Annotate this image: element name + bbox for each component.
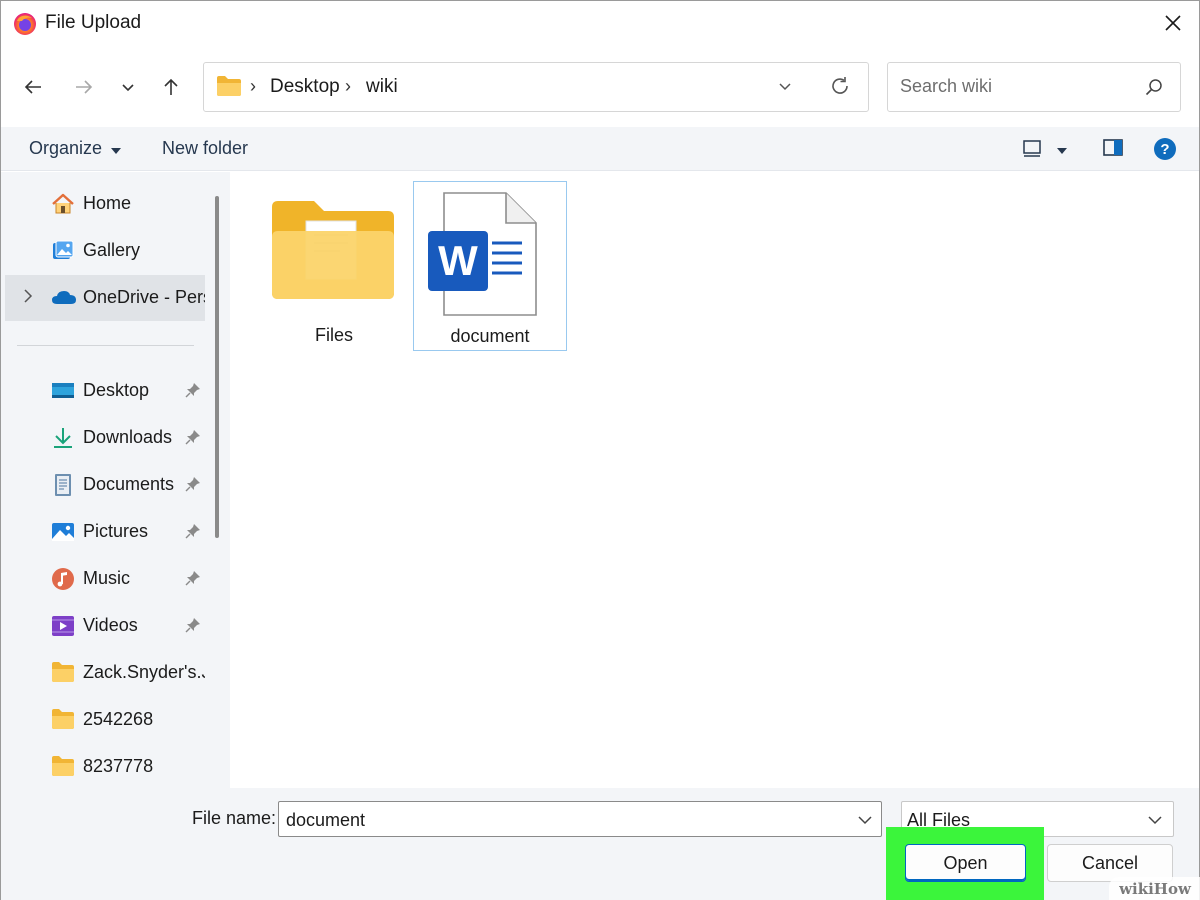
organize-button[interactable]: Organize — [29, 138, 122, 160]
breadcrumb-separator-icon: › — [345, 76, 351, 96]
view-mode-button[interactable] — [1021, 137, 1045, 164]
search-box[interactable]: Search wiki — [887, 62, 1181, 112]
file-name-label: File name: — [192, 808, 277, 828]
preview-pane-icon — [1103, 139, 1123, 156]
arrow-left-icon — [24, 80, 41, 94]
file-tile-label: document — [450, 326, 530, 346]
navigation-row: › Desktop › wiki Search wiki — [1, 45, 1199, 127]
pin-icon[interactable] — [185, 523, 201, 544]
folder-icon — [216, 75, 242, 102]
chevron-down-icon — [779, 83, 791, 91]
onedrive-icon — [51, 286, 76, 310]
file-tile-document[interactable]: W document — [413, 181, 567, 351]
file-upload-dialog: File Upload › Desktop › wiki Search wiki… — [0, 0, 1200, 900]
svg-text:W: W — [438, 237, 478, 284]
refresh-button[interactable] — [828, 74, 852, 103]
search-input[interactable]: Search wiki — [900, 76, 992, 97]
wikihow-watermark: wikiHow — [1109, 877, 1200, 900]
pin-icon[interactable] — [185, 382, 201, 403]
help-icon: ? — [1154, 138, 1176, 160]
file-list: Files W document — [230, 172, 1199, 788]
expand-chevron-icon[interactable] — [23, 289, 33, 308]
view-icon — [1023, 140, 1041, 157]
pin-icon[interactable] — [185, 570, 201, 591]
caret-down-icon — [1057, 148, 1067, 154]
pin-icon[interactable] — [185, 476, 201, 497]
chevron-down-icon — [122, 84, 134, 92]
navigation-pane: Home Gallery OneDrive - Per Desktop Down… — [1, 172, 208, 788]
word-document-icon: W — [426, 191, 538, 322]
file-name-dropdown[interactable] — [857, 813, 873, 832]
address-bar[interactable]: › Desktop › wiki — [203, 62, 869, 112]
breadcrumb-separator-icon: › — [250, 76, 256, 96]
sidebar-item-videos[interactable]: Videos — [1, 603, 208, 649]
title-bar: File Upload — [1, 1, 1199, 45]
firefox-icon — [13, 12, 37, 36]
gallery-icon — [51, 239, 75, 263]
sidebar-item-onedrive[interactable]: OneDrive - Personal — [5, 275, 205, 321]
documents-icon — [51, 473, 75, 497]
close-icon — [1165, 15, 1181, 31]
arrow-up-icon — [164, 78, 178, 95]
folder-icon — [51, 755, 75, 779]
sidebar-item-music[interactable]: Music — [1, 556, 208, 602]
sidebar-item-zack-snyder-folder[interactable]: Zack.Snyder's.Justice.League — [1, 650, 208, 696]
preview-pane-button[interactable] — [1101, 137, 1125, 164]
new-folder-button[interactable]: New folder — [162, 138, 248, 159]
back-button[interactable] — [16, 70, 50, 104]
sidebar-item-folder-8237778[interactable]: 8237778 — [1, 744, 208, 788]
folder-icon — [270, 193, 396, 308]
refresh-icon — [832, 77, 848, 94]
help-button[interactable]: ? — [1153, 137, 1177, 166]
sidebar-scrollbar-track[interactable] — [208, 172, 230, 788]
chevron-down-icon — [858, 816, 872, 825]
home-icon — [51, 192, 75, 216]
sidebar-item-gallery[interactable]: Gallery — [1, 228, 208, 274]
videos-icon — [51, 614, 75, 638]
caret-down-icon — [110, 139, 122, 160]
open-button[interactable]: Open — [905, 844, 1026, 882]
sidebar-item-folder-2542268[interactable]: 2542268 — [1, 697, 208, 743]
desktop-icon — [51, 379, 75, 403]
arrow-right-icon — [76, 80, 93, 94]
breadcrumb-wiki[interactable]: wiki — [366, 76, 398, 98]
address-history-dropdown[interactable] — [776, 77, 794, 100]
breadcrumb-desktop[interactable]: Desktop — [270, 76, 340, 98]
window-title: File Upload — [45, 12, 142, 33]
sidebar-scrollbar-thumb[interactable] — [215, 196, 219, 538]
recent-locations-button[interactable] — [111, 70, 145, 104]
search-icon — [1144, 77, 1164, 102]
download-icon — [51, 426, 75, 450]
sidebar-divider — [17, 345, 194, 346]
sidebar-item-pictures[interactable]: Pictures — [1, 509, 208, 555]
file-name-combobox[interactable]: document — [278, 801, 882, 837]
view-options-dropdown[interactable] — [1055, 143, 1069, 161]
folder-tile-files[interactable]: Files — [257, 181, 411, 351]
folder-tile-label: Files — [314, 325, 353, 345]
svg-text:?: ? — [1160, 141, 1169, 158]
file-name-input[interactable]: document — [286, 810, 365, 831]
pin-icon[interactable] — [185, 617, 201, 638]
pin-icon[interactable] — [185, 429, 201, 450]
forward-button[interactable] — [67, 70, 101, 104]
command-bar: Organize New folder ? — [1, 127, 1199, 171]
folder-icon — [51, 661, 75, 685]
pictures-icon — [51, 520, 75, 544]
music-icon — [51, 567, 75, 591]
organize-label: Organize — [29, 138, 103, 158]
sidebar-item-documents[interactable]: Documents — [1, 462, 208, 508]
sidebar-item-downloads[interactable]: Downloads — [1, 415, 208, 461]
sidebar-item-desktop[interactable]: Desktop — [1, 368, 208, 414]
folder-icon — [51, 708, 75, 732]
chevron-down-icon — [1147, 813, 1163, 832]
up-button[interactable] — [154, 70, 188, 104]
close-button[interactable] — [1155, 5, 1191, 41]
sidebar-item-home[interactable]: Home — [1, 181, 208, 227]
